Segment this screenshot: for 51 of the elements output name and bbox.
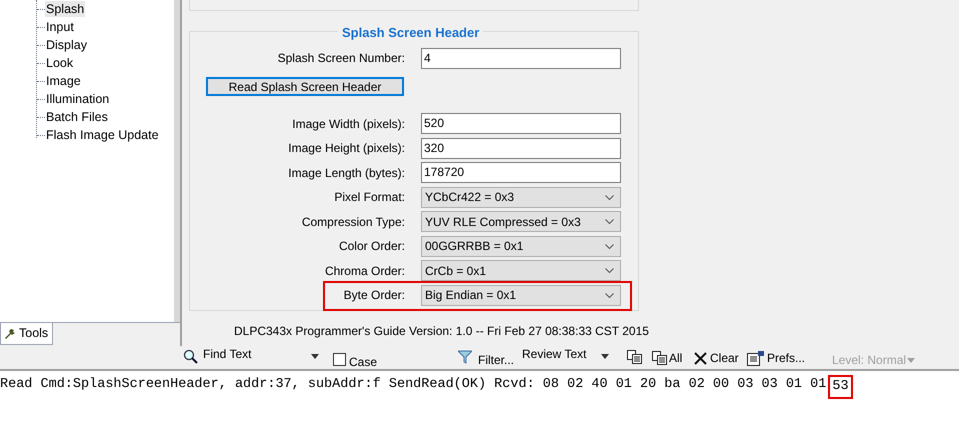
caret-icon[interactable] bbox=[601, 354, 609, 359]
field-label: Image Width (pixels): bbox=[291, 116, 406, 133]
field-label: Image Length (bytes): bbox=[287, 164, 406, 182]
input-field[interactable]: 320 bbox=[421, 138, 621, 159]
chevron-icon bbox=[605, 194, 614, 200]
tree-item[interactable]: Display bbox=[45, 37, 88, 53]
tree-item[interactable]: Image bbox=[45, 73, 82, 89]
dropdown[interactable]: YCbCr422 = 0x3 bbox=[421, 186, 621, 208]
version-text: DLPC343x Programmer's Guide Version: 1.0 -- Fri Feb 27 08:38:33 CST 2015 bbox=[234, 323, 650, 340]
filter-button[interactable]: Filter... bbox=[478, 351, 514, 369]
tree-item[interactable]: Input bbox=[45, 19, 75, 35]
caret-icon bbox=[907, 358, 916, 362]
field-label: Byte Order: bbox=[342, 287, 406, 304]
log-line: Read Cmd:SplashScreenHeader, addr:37, subAddr:f SendRead(OK) Rcvd: 08 02 40 01 20 ba 02 00 03 03 01 01 bbox=[0, 376, 826, 394]
input-field[interactable]: 178720 bbox=[421, 162, 621, 184]
field-label: Compression Type: bbox=[300, 214, 406, 231]
case-label: Case bbox=[349, 354, 378, 371]
read-header-button[interactable]: Read Splash Screen Header bbox=[206, 77, 404, 96]
tree-item[interactable]: Splash bbox=[45, 1, 86, 17]
dropdown[interactable]: 00GGRRBB = 0x1 bbox=[421, 236, 621, 257]
chevron-icon bbox=[605, 292, 614, 298]
field-label: Color Order: bbox=[338, 238, 406, 256]
prefs-button[interactable]: Prefs... bbox=[747, 349, 806, 367]
caret-icon[interactable] bbox=[311, 354, 319, 359]
chevron-icon bbox=[605, 268, 614, 274]
input-field[interactable]: 4 bbox=[421, 48, 621, 69]
dropdown[interactable]: Big Endian = 0x1 bbox=[421, 284, 621, 306]
copy-all-button[interactable]: All bbox=[652, 349, 682, 367]
tree-item[interactable]: Flash Image Update bbox=[45, 127, 160, 143]
search-icon[interactable] bbox=[183, 349, 198, 364]
case-checkbox[interactable] bbox=[333, 353, 346, 366]
wrench-icon bbox=[5, 328, 15, 338]
dropdown[interactable]: YUV RLE Compressed = 0x3 bbox=[421, 211, 621, 232]
close-icon bbox=[694, 352, 707, 364]
copy-icon[interactable] bbox=[627, 350, 642, 364]
filter-icon[interactable] bbox=[458, 350, 472, 364]
highlight-box: 53 bbox=[828, 375, 853, 399]
field-label: Chroma Order: bbox=[324, 262, 406, 280]
clipboard-icon bbox=[747, 350, 764, 366]
find-field[interactable]: Find Text bbox=[203, 348, 252, 360]
review-field[interactable]: Review Text bbox=[522, 348, 586, 360]
field-label: Image Height (pixels): bbox=[287, 140, 406, 158]
chevron-icon bbox=[605, 219, 614, 224]
chevron-icon bbox=[605, 244, 614, 249]
dropdown[interactable]: CrCb = 0x1 bbox=[421, 260, 621, 282]
input-field[interactable]: 520 bbox=[421, 113, 621, 134]
clear-button[interactable]: Clear bbox=[694, 349, 739, 367]
field-label: Pixel Format: bbox=[333, 189, 406, 206]
copy-icon bbox=[652, 351, 667, 365]
tools-tab[interactable]: Tools bbox=[0, 323, 54, 345]
field-label: Splash Screen Number: bbox=[276, 50, 406, 68]
